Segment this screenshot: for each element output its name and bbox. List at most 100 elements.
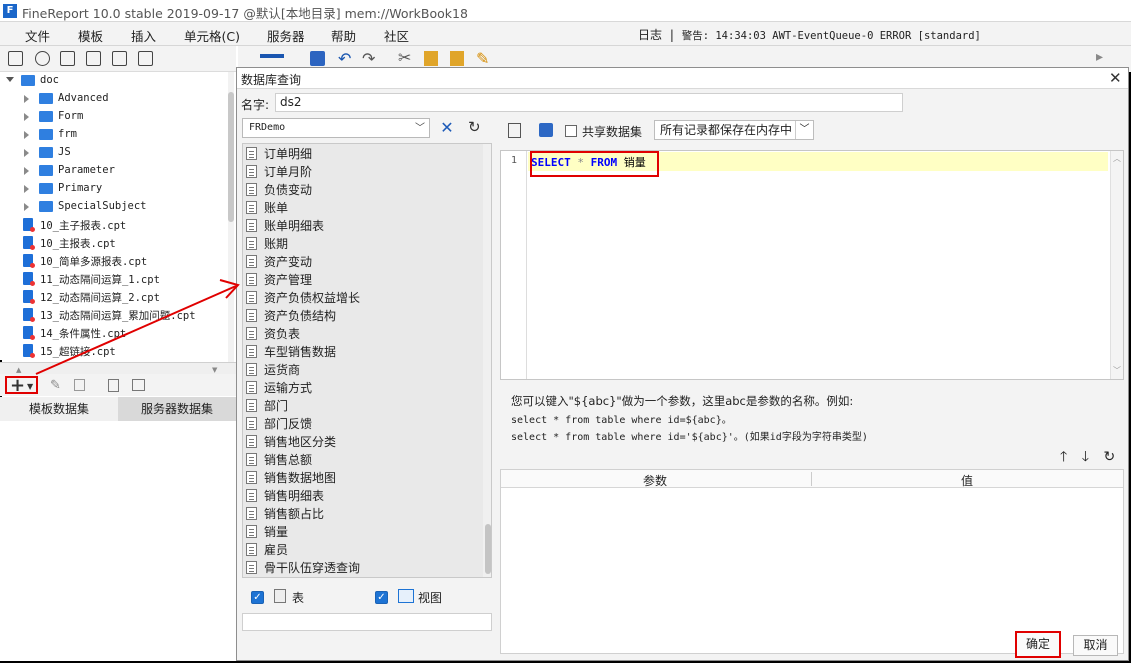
undo-icon[interactable]: ↶ [338,49,351,68]
table-list-item[interactable]: 销售总额 [243,450,478,468]
scroll-up-icon[interactable]: ︿ [1113,153,1121,164]
collapsed-arrow-icon[interactable] [24,113,29,121]
tree-folder[interactable]: doc [0,72,228,90]
add-dataset-button[interactable]: + ▼ [5,375,38,396]
collapsed-arrow-icon[interactable] [24,95,29,103]
save-icon[interactable] [310,51,325,66]
tree-folder[interactable]: Primary [0,180,228,198]
copy-icon[interactable] [138,51,153,66]
tree-file[interactable]: 15_超链接.cpt [0,342,228,360]
collapsed-arrow-icon[interactable] [24,131,29,139]
table-list-item[interactable]: 运输方式 [243,378,478,396]
name-input[interactable]: ds2 [275,93,903,112]
table-list-item[interactable]: 资负表 [243,324,478,342]
tree-file[interactable]: 10_主报表.cpt [0,234,228,252]
trash-icon[interactable] [74,379,85,391]
menu-lines-icon[interactable] [260,54,284,58]
settings-icon[interactable] [86,51,101,66]
menu-file[interactable]: 文件 [25,26,50,45]
save-sql-icon[interactable] [539,123,553,137]
new-folder-icon[interactable] [8,51,23,66]
paste-icon[interactable] [424,51,438,66]
dataset-settings-icon[interactable] [132,379,145,391]
move-up-icon[interactable]: 🡑 [1060,449,1067,465]
table-list-item[interactable]: 雇员 [243,540,478,558]
table-list-item[interactable]: 资产变动 [243,252,478,270]
table-list-item[interactable]: 销量 [243,522,478,540]
tree-file[interactable]: 14_条件属性.cpt [0,324,228,342]
collapse-up-icon[interactable]: ▲ [16,366,21,374]
preview-icon[interactable] [108,379,119,392]
tree-folder[interactable]: frm [0,126,228,144]
menu-server[interactable]: 服务器 [267,26,305,45]
tab-template-dataset[interactable]: 模板数据集 [0,397,118,421]
close-icon[interactable]: ✕ [1109,69,1122,87]
menu-help[interactable]: 帮助 [331,26,356,45]
menu-cell[interactable]: 单元格(C) [184,26,240,45]
expanded-arrow-icon[interactable] [6,77,14,82]
table-list-item[interactable]: 运货商 [243,360,478,378]
tree-file[interactable]: 11_动态隔间运算_1.cpt [0,270,228,288]
menu-insert[interactable]: 插入 [131,26,156,45]
table-checkbox[interactable]: ✓ [251,591,264,604]
table-list-item[interactable]: 账单 [243,198,478,216]
refresh-connection-icon[interactable]: ↻ [468,118,486,136]
collapsed-arrow-icon[interactable] [24,203,29,211]
table-list-item[interactable]: 账期 [243,234,478,252]
collapsed-arrow-icon[interactable] [24,167,29,175]
table-list-item[interactable]: 部门 [243,396,478,414]
table-list-item[interactable]: 销售明细表 [243,486,478,504]
redo-icon[interactable]: ↷ [362,49,375,68]
tab-server-dataset[interactable]: 服务器数据集 [118,397,236,421]
table-list-item[interactable]: 负债变动 [243,180,478,198]
table-list-item[interactable]: 销售额占比 [243,504,478,522]
table-search-input[interactable] [242,613,492,631]
tree-folder[interactable]: Parameter [0,162,228,180]
table-list-scroll-thumb[interactable] [485,524,491,574]
table-list-item[interactable]: 资产负债权益增长 [243,288,478,306]
refresh-icon[interactable] [35,51,50,66]
tree-file[interactable]: 12_动态隔间运算_2.cpt [0,288,228,306]
table-list-item[interactable]: 订单明细 [243,144,478,162]
move-down-icon[interactable]: 🡓 [1082,449,1089,465]
menu-template[interactable]: 模板 [78,26,103,45]
scroll-down-icon[interactable]: ﹀ [1113,365,1121,376]
table-list-item[interactable]: 资产管理 [243,270,478,288]
format-brush-icon[interactable]: ✎ [476,49,489,68]
refresh-params-icon[interactable]: ↻ [1103,449,1115,465]
clipboard-icon[interactable] [450,51,464,66]
table-list-scrollbar[interactable] [483,144,491,577]
tree-file[interactable]: 13_动态隔间运算_累加问题.cpt [0,306,228,324]
log-warning[interactable]: 警告: 14:34:03 AWT-EventQueue-0 ERROR [sta… [682,30,981,42]
cancel-button[interactable]: 取消 [1073,635,1118,656]
log-label[interactable]: 日志 [638,28,662,42]
tree-folder[interactable]: SpecialSubject [0,198,228,216]
edit-connection-icon[interactable]: ✕ [438,119,456,137]
tree-folder[interactable]: JS [0,144,228,162]
collapsed-arrow-icon[interactable] [24,149,29,157]
document-icon[interactable] [60,51,75,66]
table-list-item[interactable]: 订单月阶 [243,162,478,180]
collapsed-arrow-icon[interactable] [24,185,29,193]
ok-button[interactable]: 确定 [1015,631,1061,658]
edit-icon[interactable]: ✎ [50,378,61,393]
tree-file[interactable]: 10_简单多源报表.cpt [0,252,228,270]
tree-scrollbar[interactable] [228,72,234,362]
table-list-item[interactable]: 资产负债结构 [243,306,478,324]
table-list-item[interactable]: 销售地区分类 [243,432,478,450]
collapse-down-icon[interactable]: ▼ [212,366,217,374]
editor-scrollbar[interactable]: ︿ ﹀ [1110,151,1123,379]
share-dataset-checkbox[interactable] [565,125,577,137]
cut-icon[interactable]: ✂ [398,48,411,67]
tree-scroll-thumb[interactable] [228,92,234,222]
preview-sql-icon[interactable] [508,123,521,138]
menu-community[interactable]: 社区 [384,26,409,45]
table-list-item[interactable]: 账单明细表 [243,216,478,234]
sql-editor[interactable]: 1 SELECT * FROM 销量 ︿ ﹀ [500,150,1124,380]
tree-folder[interactable]: Advanced [0,90,228,108]
delete-icon[interactable] [112,51,127,66]
storage-select[interactable]: 所有记录都保存在内存中 ﹀ [654,120,814,140]
scroll-right-icon[interactable]: ▸ [1096,49,1103,65]
connection-select[interactable]: FRDemo ﹀ [242,118,430,138]
table-list-item[interactable]: 销售数据地图 [243,468,478,486]
